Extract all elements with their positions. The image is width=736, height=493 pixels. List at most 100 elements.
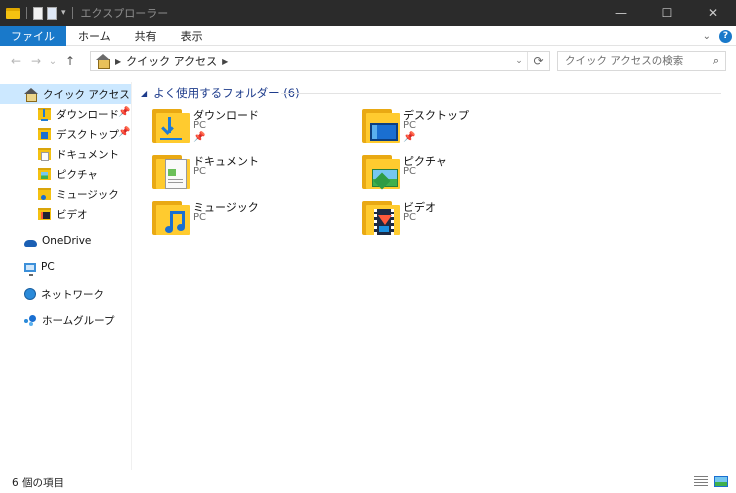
pictures-folder-icon bbox=[362, 153, 400, 190]
navigation-bar: ← → ⌄ ↑ ▶ クイック アクセス ▶ ⌄ ⟳ ⌕ bbox=[0, 47, 736, 75]
tab-share[interactable]: 共有 bbox=[123, 26, 169, 46]
recent-locations-button[interactable]: ⌄ bbox=[46, 56, 60, 67]
videos-folder-icon bbox=[38, 208, 51, 220]
address-dropdown-icon[interactable]: ⌄ bbox=[511, 56, 527, 66]
sidebar-item-label: ピクチャ bbox=[56, 168, 98, 181]
customize-toolbar-chevron-icon[interactable]: ▾ bbox=[61, 8, 66, 18]
address-tools: ⌄ ⟳ bbox=[511, 52, 549, 70]
ribbon-controls: ⌄ ? bbox=[703, 26, 732, 46]
sidebar-item-label: PC bbox=[41, 261, 55, 273]
pc-monitor-icon bbox=[24, 262, 36, 276]
help-icon[interactable]: ? bbox=[719, 29, 732, 43]
sidebar-item-label: ビデオ bbox=[56, 208, 88, 221]
network-globe-icon bbox=[24, 288, 36, 300]
new-folder-icon[interactable] bbox=[47, 6, 57, 20]
properties-icon[interactable] bbox=[33, 6, 43, 20]
address-bar[interactable]: ▶ クイック アクセス ▶ ⌄ ⟳ bbox=[90, 51, 550, 71]
group-header-frequent-folders[interactable]: ◢ よく使用するフォルダー (6) bbox=[141, 84, 300, 102]
sidebar-item-pictures[interactable]: ピクチャ bbox=[38, 164, 128, 184]
quick-access-icon bbox=[24, 88, 38, 102]
documents-folder-icon bbox=[38, 148, 51, 161]
sidebar-item-music[interactable]: ミュージック bbox=[38, 184, 128, 204]
group-divider bbox=[281, 93, 721, 94]
sidebar-item-videos[interactable]: ビデオ bbox=[38, 204, 128, 224]
breadcrumb-chevron-icon[interactable]: ▶ bbox=[222, 57, 228, 66]
tab-home[interactable]: ホーム bbox=[66, 26, 123, 46]
desktop-folder-icon bbox=[38, 128, 51, 140]
search-icon[interactable]: ⌕ bbox=[713, 54, 719, 68]
refresh-button[interactable]: ⟳ bbox=[527, 52, 549, 70]
sidebar-item-label: デスクトップ bbox=[56, 128, 119, 141]
breadcrumb-chevron-icon[interactable]: ▶ bbox=[115, 57, 121, 66]
folder-tile-videos[interactable]: ビデオ PC bbox=[362, 199, 562, 245]
onedrive-cloud-icon bbox=[24, 239, 37, 247]
music-folder-icon bbox=[38, 188, 51, 200]
sidebar-item-onedrive[interactable]: OneDrive bbox=[24, 231, 128, 251]
search-input[interactable] bbox=[565, 55, 705, 67]
window-controls: — ☐ ✕ bbox=[598, 0, 736, 26]
folder-tile-music[interactable]: ミュージック PC bbox=[152, 199, 352, 245]
close-button[interactable]: ✕ bbox=[690, 0, 736, 26]
folder-tile-desktop[interactable]: デスクトップ PC 📌 bbox=[362, 107, 562, 153]
folder-tile-downloads[interactable]: ダウンロード PC 📌 bbox=[152, 107, 352, 153]
toolbar-divider bbox=[71, 7, 73, 19]
tab-file[interactable]: ファイル bbox=[0, 25, 66, 46]
forward-button[interactable]: → bbox=[26, 54, 46, 68]
sidebar-item-network[interactable]: ネットワーク bbox=[24, 284, 128, 304]
sidebar-item-quick-access[interactable]: クイック アクセス bbox=[0, 84, 131, 104]
folder-location: PC bbox=[193, 212, 207, 223]
navigation-pane: クイック アクセス ダウンロード 📌 デスクトップ 📌 ドキュメント ピクチャ … bbox=[0, 82, 132, 470]
collapse-group-icon[interactable]: ◢ bbox=[141, 89, 147, 98]
quick-access-icon bbox=[96, 54, 110, 69]
sidebar-item-label: ドキュメント bbox=[56, 148, 119, 161]
status-bar: 6 個の項目 bbox=[0, 472, 736, 493]
pictures-folder-icon bbox=[38, 168, 51, 180]
search-box[interactable]: ⌕ bbox=[557, 51, 726, 71]
desktop-folder-icon bbox=[362, 107, 400, 143]
sidebar-item-label: ネットワーク bbox=[41, 288, 104, 301]
folder-location: PC bbox=[193, 166, 207, 177]
sidebar-item-downloads[interactable]: ダウンロード bbox=[38, 104, 128, 124]
tab-view[interactable]: 表示 bbox=[169, 26, 215, 46]
item-count: 6 個の項目 bbox=[12, 477, 65, 489]
folder-location: PC bbox=[403, 166, 417, 177]
group-title: よく使用するフォルダー (6) bbox=[153, 86, 300, 100]
folder-tile-documents[interactable]: ドキュメント PC bbox=[152, 153, 352, 199]
sidebar-item-documents[interactable]: ドキュメント bbox=[38, 144, 128, 164]
folder-location: PC bbox=[193, 120, 207, 131]
downloads-folder-icon bbox=[38, 108, 51, 121]
view-switcher bbox=[694, 476, 728, 487]
downloads-folder-icon bbox=[152, 107, 190, 143]
music-folder-icon bbox=[152, 199, 190, 235]
up-button[interactable]: ↑ bbox=[60, 54, 80, 68]
videos-folder-icon bbox=[362, 199, 400, 235]
details-view-icon[interactable] bbox=[694, 476, 708, 487]
window-title: エクスプローラー bbox=[80, 7, 169, 20]
sidebar-item-pc[interactable]: PC bbox=[24, 257, 128, 277]
sidebar-item-label: クイック アクセス bbox=[43, 88, 130, 101]
file-view: ◢ よく使用するフォルダー (6) ダウンロード PC 📌 デスクトップ PC … bbox=[133, 82, 736, 470]
explorer-folder-icon[interactable] bbox=[6, 7, 20, 19]
sidebar-item-label: OneDrive bbox=[42, 235, 92, 247]
maximize-button[interactable]: ☐ bbox=[644, 0, 690, 26]
folder-tile-pictures[interactable]: ピクチャ PC bbox=[362, 153, 562, 199]
chevron-down-icon[interactable]: ⌄ bbox=[703, 31, 711, 42]
large-icons-view-icon[interactable] bbox=[714, 476, 728, 487]
ribbon-tabs: ファイル ホーム 共有 表示 ⌄ ? bbox=[0, 25, 736, 46]
documents-folder-icon bbox=[152, 153, 190, 189]
sidebar-item-label: ホームグループ bbox=[42, 314, 115, 327]
pin-icon[interactable]: 📌 bbox=[118, 107, 130, 118]
title-bar: ▾ エクスプローラー — ☐ ✕ bbox=[0, 0, 736, 26]
sidebar-item-label: ミュージック bbox=[56, 188, 119, 201]
breadcrumb-quick-access[interactable]: クイック アクセス bbox=[126, 53, 217, 69]
quick-access-toolbar: ▾ bbox=[0, 6, 75, 20]
pin-icon[interactable]: 📌 bbox=[193, 132, 205, 143]
pin-icon[interactable]: 📌 bbox=[403, 132, 415, 143]
sidebar-item-label: ダウンロード bbox=[56, 108, 119, 121]
pin-icon[interactable]: 📌 bbox=[118, 127, 130, 138]
sidebar-item-desktop[interactable]: デスクトップ bbox=[38, 124, 128, 144]
sidebar-item-homegroup[interactable]: ホームグループ bbox=[24, 310, 128, 330]
minimize-button[interactable]: — bbox=[598, 0, 644, 26]
back-button[interactable]: ← bbox=[6, 54, 26, 68]
folder-location: PC bbox=[403, 120, 417, 131]
